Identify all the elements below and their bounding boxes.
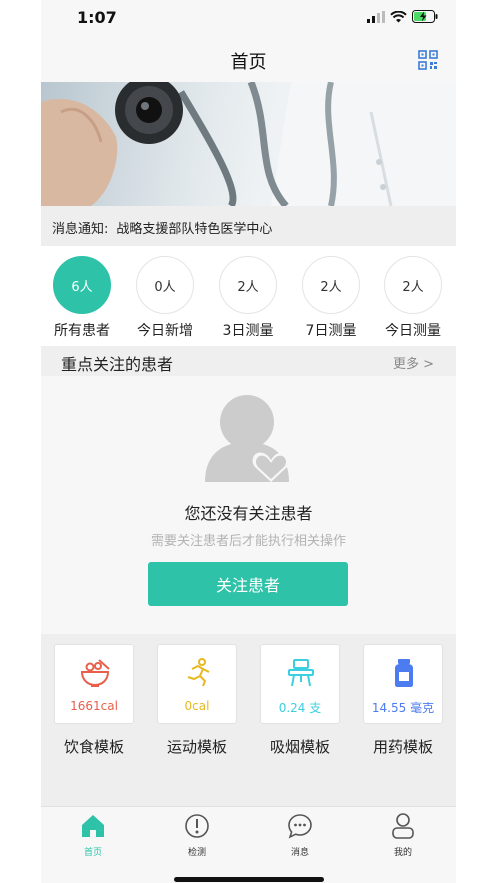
tab-bar: 首页 检测 消息 我的 — [41, 806, 456, 883]
tab-profile[interactable]: 我的 — [373, 813, 433, 858]
template-card: 0cal — [157, 644, 237, 724]
status-icons — [367, 10, 438, 23]
nav-bar: 首页 — [41, 40, 456, 82]
more-link[interactable]: 更多 > — [393, 353, 434, 372]
notice-label: 消息通知: — [52, 222, 109, 237]
tab-home[interactable]: 首页 — [63, 813, 123, 858]
template-value: 0.24 支 — [278, 701, 322, 715]
template-value: 14.55 毫克 — [371, 701, 435, 715]
empty-description: 需要关注患者后才能执行相关操作 — [150, 534, 346, 549]
template-label: 饮食模板 — [63, 738, 124, 756]
template-card: 14.55 毫克 — [363, 644, 443, 724]
stat-label: 3日测量 — [222, 323, 274, 339]
notice-bar[interactable]: 消息通知: 战略支援部队特色医学中心 — [41, 206, 456, 246]
template-exercise[interactable]: 0cal 运动模板 — [157, 644, 237, 757]
stat-value: 2人 — [219, 256, 277, 314]
stat-label: 今日新增 — [137, 323, 193, 339]
home-indicator — [174, 877, 324, 882]
template-medicine[interactable]: 14.55 毫克 用药模板 — [363, 644, 443, 757]
stat-label: 所有患者 — [54, 323, 110, 339]
page-title: 首页 — [230, 52, 267, 73]
status-bar: 1:07 — [41, 0, 456, 40]
template-label: 用药模板 — [372, 738, 433, 756]
detection-icon — [185, 814, 209, 838]
stat-value: 2人 — [302, 256, 360, 314]
empty-state: 您还没有关注患者 需要关注患者后才能执行相关操作 关注患者 — [41, 376, 456, 634]
message-icon — [288, 814, 312, 839]
person-heart-icon — [205, 395, 290, 482]
status-time: 1:07 — [77, 8, 117, 27]
food-bowl-icon — [80, 659, 110, 687]
empty-title: 您还没有关注患者 — [184, 504, 313, 523]
tab-label: 首页 — [83, 848, 102, 858]
stat-all-patients[interactable]: 6人 所有患者 — [45, 256, 119, 340]
tab-label: 我的 — [393, 848, 412, 858]
tab-label: 检测 — [187, 848, 206, 858]
banner-stethoscope-illustration — [41, 82, 456, 206]
stat-new-today[interactable]: 0人 今日新增 — [128, 256, 202, 340]
profile-icon — [392, 813, 414, 839]
templates-section: 1661cal 饮食模板 0cal 运动模板 0.24 支 吸烟模板 14.55… — [41, 634, 456, 806]
stat-label: 今日测量 — [385, 323, 441, 339]
signal-icon — [367, 10, 385, 23]
qr-code-icon[interactable] — [418, 50, 438, 70]
smoking-icon — [288, 659, 314, 687]
section-title: 重点关注的患者 — [61, 355, 174, 374]
stat-value: 0人 — [136, 256, 194, 314]
template-value: 1661cal — [70, 699, 118, 713]
stat-value: 2人 — [384, 256, 442, 314]
tab-detection[interactable]: 检测 — [167, 813, 227, 858]
template-diet[interactable]: 1661cal 饮食模板 — [54, 644, 134, 757]
stat-today-measure[interactable]: 2人 今日测量 — [376, 256, 450, 340]
tab-messages[interactable]: 消息 — [270, 813, 330, 858]
stat-label: 7日测量 — [305, 323, 357, 339]
template-card: 0.24 支 — [260, 644, 340, 724]
battery-charging-icon — [412, 10, 438, 23]
patient-stats: 6人 所有患者 0人 今日新增 2人 3日测量 2人 7日测量 2人 今日测量 — [41, 246, 456, 346]
banner-image[interactable] — [41, 82, 456, 206]
home-icon — [82, 815, 104, 837]
wifi-icon — [390, 10, 407, 22]
template-smoking[interactable]: 0.24 支 吸烟模板 — [260, 644, 340, 757]
template-card: 1661cal — [54, 644, 134, 724]
template-value: 0cal — [184, 699, 210, 713]
stat-value: 6人 — [53, 256, 111, 314]
notice-content: 战略支援部队特色医学中心 — [116, 222, 273, 237]
tab-label: 消息 — [290, 848, 309, 858]
follow-patient-button[interactable]: 关注患者 — [148, 562, 348, 606]
template-label: 运动模板 — [166, 738, 227, 756]
stat-3day-measure[interactable]: 2人 3日测量 — [211, 256, 285, 340]
app-screen: 1:07 首页 消息通知: 战略支援部队特色医学中心 6人 所有患者 0人 今日… — [41, 0, 456, 883]
template-label: 吸烟模板 — [269, 738, 330, 756]
focus-patients-header: 重点关注的患者 更多 > — [41, 346, 456, 376]
medicine-bottle-icon — [395, 659, 413, 687]
stat-7day-measure[interactable]: 2人 7日测量 — [294, 256, 368, 340]
running-icon — [187, 658, 210, 687]
